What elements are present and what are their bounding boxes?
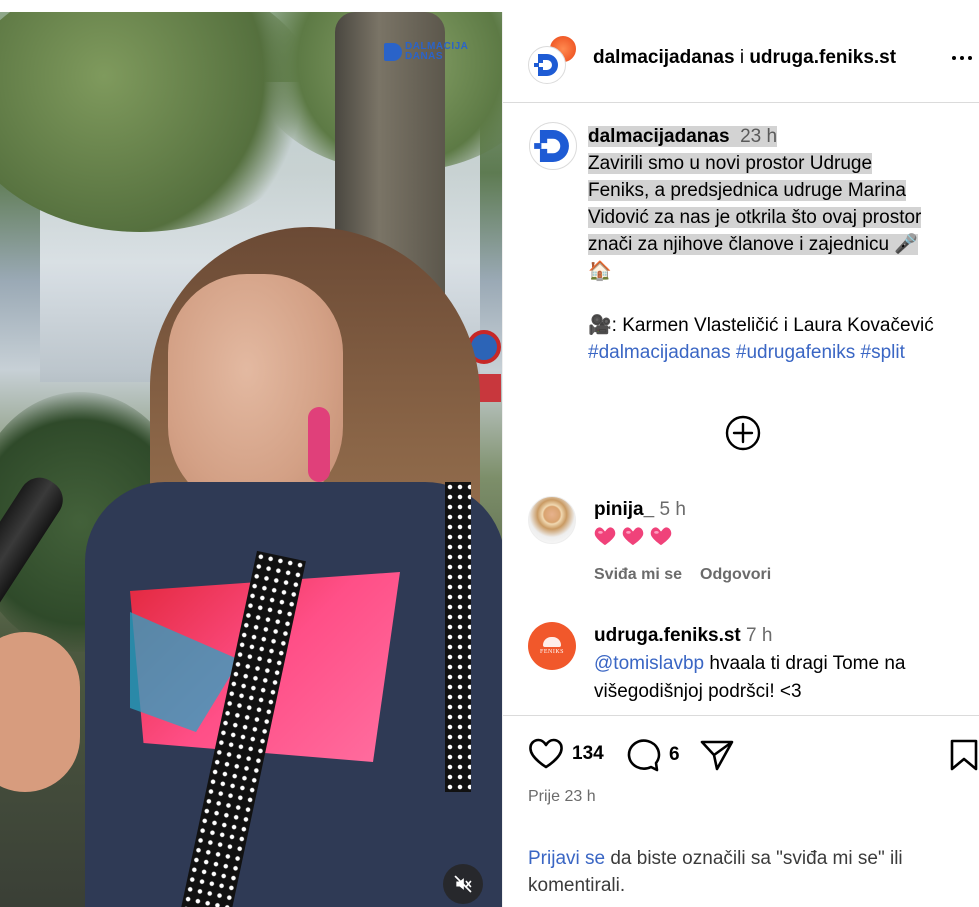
- comment-body: udruga.feniks.st 7 h @tomislavbp hvaala …: [594, 622, 964, 706]
- login-link[interactable]: Prijavi se: [528, 848, 605, 869]
- heart-emoji-icon: [622, 527, 644, 546]
- collab-avatars[interactable]: [528, 34, 578, 84]
- load-more-comments-icon[interactable]: [725, 415, 761, 451]
- heart-outline-icon[interactable]: [528, 738, 564, 770]
- share-action: [699, 738, 735, 772]
- comment-text: [594, 526, 964, 546]
- comment-body: pinija_ 5 h: [594, 496, 964, 546]
- caption-line: Feniks, a predsjednica udruge Marina: [588, 180, 906, 201]
- post-age[interactable]: Prije 23 h: [528, 788, 596, 806]
- feniks-logo-mark: [543, 637, 561, 647]
- earring: [308, 407, 330, 482]
- post-header: dalmacijadanas i udruga.feniks.st: [503, 12, 979, 103]
- caption-line: znači za njihove članove i zajednicu 🎤: [588, 234, 918, 255]
- comments-scroll-area[interactable]: dalmacijadanas 23 h Zavirili smo u novi …: [503, 104, 979, 714]
- post-panel: dalmacijadanas i udruga.feniks.st dalmac…: [502, 12, 979, 907]
- heart-emoji-icon: [650, 527, 672, 546]
- comment-bubble-icon[interactable]: [625, 738, 661, 772]
- caption-hashtags[interactable]: #dalmacijadanas #udrugafeniks #split: [588, 342, 905, 363]
- post-caption: dalmacijadanas 23 h Zavirili smo u novi …: [588, 123, 968, 366]
- comment-username[interactable]: pinija_: [594, 499, 654, 520]
- save-action: [949, 738, 979, 772]
- comment-time[interactable]: 5 h: [659, 499, 685, 520]
- interviewer-hand: [0, 632, 80, 792]
- polka-dot-trim: [445, 482, 471, 792]
- caption-avatar[interactable]: [529, 122, 577, 170]
- feniks-logo-text: FENIKS: [539, 649, 564, 655]
- dalmacija-danas-logo-mark: [384, 43, 402, 61]
- watermark-text: DANAS: [405, 51, 444, 62]
- dalmacija-danas-logo: [534, 130, 572, 162]
- caption-credits: 🎥: Karmen Vlasteličić i Laura Kovačević: [588, 315, 934, 336]
- post-actions: 134 6 Prije 23 h: [503, 715, 979, 815]
- commenter-avatar[interactable]: [528, 496, 576, 544]
- caption-line: Vidović za nas je otkrila što ovaj prost…: [588, 207, 922, 228]
- dalmacija-danas-logo: [534, 54, 560, 76]
- comment-mention[interactable]: @tomislavbp: [594, 653, 704, 674]
- bookmark-icon[interactable]: [949, 738, 979, 772]
- commenter-avatar[interactable]: FENIKS: [528, 622, 576, 670]
- comment-reply-button[interactable]: Odgovori: [700, 566, 771, 584]
- comment-like-button[interactable]: Sviđa mi se: [594, 566, 682, 584]
- login-prompt: Prijavi se da biste označili sa "sviđa m…: [528, 845, 968, 899]
- author-link[interactable]: dalmacijadanas: [593, 47, 735, 68]
- mute-button[interactable]: [443, 864, 483, 904]
- more-options-icon[interactable]: [950, 46, 974, 70]
- like-count[interactable]: 134: [572, 743, 604, 765]
- author-separator: i: [739, 47, 745, 68]
- house-emoji: 🏠: [588, 261, 612, 282]
- comment-text-part: višegodišnjoj podršci! <3: [594, 681, 802, 702]
- video-watermark-logo: DALMACIJA DANAS: [384, 42, 468, 62]
- caption-line: Zavirili smo u novi prostor Udruge: [588, 153, 873, 174]
- comment-text-part: hvaala ti dragi Tome na: [704, 653, 906, 674]
- comment-count[interactable]: 6: [669, 744, 680, 766]
- post-authors: dalmacijadanas i udruga.feniks.st: [593, 47, 896, 69]
- dalmacijadanas-avatar[interactable]: [528, 46, 566, 84]
- comment-text: @tomislavbp hvaala ti dragi Tome na više…: [594, 650, 964, 706]
- share-paper-plane-icon[interactable]: [699, 738, 735, 772]
- author-link[interactable]: udruga.feniks.st: [749, 47, 896, 68]
- comment-actions: Sviđa mi se Odgovori: [594, 566, 771, 584]
- comment-username[interactable]: udruga.feniks.st: [594, 625, 741, 646]
- comment-time[interactable]: 7 h: [746, 625, 772, 646]
- heart-emoji-icon: [594, 527, 616, 546]
- like-action: 134: [528, 738, 604, 770]
- caption-time[interactable]: 23 h: [740, 126, 778, 147]
- caption-username[interactable]: dalmacijadanas: [588, 126, 730, 147]
- reel-video[interactable]: DALMACIJA DANAS: [0, 12, 502, 907]
- muted-speaker-icon: [454, 875, 472, 893]
- comment-action: 6: [625, 738, 680, 772]
